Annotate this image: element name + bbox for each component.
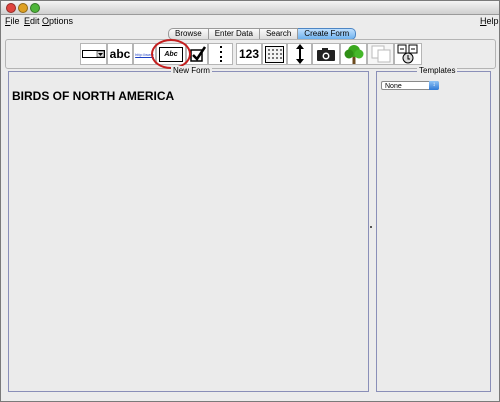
menu-edit[interactable]: Edit bbox=[24, 16, 40, 26]
menu-bar: File Edit Options Help bbox=[1, 15, 499, 27]
zoom-window-icon[interactable] bbox=[30, 3, 40, 13]
label-field-icon: Abc bbox=[159, 46, 183, 62]
checkbox-field-icon bbox=[190, 46, 206, 62]
url-field-icon: http://www bbox=[135, 51, 154, 57]
text-field-icon: abc bbox=[109, 47, 131, 61]
menu-file[interactable]: File bbox=[5, 16, 20, 26]
mode-tabs: Browse Enter Data Search Create Form bbox=[168, 28, 357, 40]
url-field-button[interactable]: http://www bbox=[133, 43, 156, 65]
separator-button[interactable] bbox=[208, 43, 233, 65]
form-heading[interactable]: BIRDS OF NORTH AMERICA bbox=[12, 89, 174, 103]
minimize-window-icon[interactable] bbox=[18, 3, 28, 13]
label-field-button[interactable]: Abc bbox=[156, 43, 186, 65]
templates-selected-value: None bbox=[385, 83, 402, 90]
templates-select[interactable]: None ↕ bbox=[381, 81, 439, 90]
duplicate-form-button[interactable] bbox=[367, 43, 394, 65]
duplicate-icon bbox=[371, 45, 390, 63]
date-field-button[interactable] bbox=[262, 43, 287, 65]
templates-panel-title: Templates bbox=[417, 66, 458, 76]
dropdown-field-icon bbox=[82, 50, 105, 58]
related-records-button[interactable] bbox=[340, 43, 367, 65]
tree-icon bbox=[344, 45, 363, 64]
camera-icon bbox=[317, 47, 335, 61]
updown-arrows-icon: ↕ bbox=[429, 81, 439, 90]
image-field-button[interactable] bbox=[312, 43, 340, 65]
new-form-panel-title: New Form bbox=[171, 66, 212, 76]
templates-panel: Templates None ↕ bbox=[376, 66, 491, 392]
number-field-button[interactable]: 123 bbox=[236, 43, 262, 65]
date-field-icon bbox=[265, 45, 284, 63]
spacer-icon bbox=[295, 44, 304, 64]
checkbox-field-button[interactable] bbox=[186, 43, 208, 65]
text-field-button[interactable]: abc bbox=[107, 43, 133, 65]
form-properties-icon bbox=[397, 44, 418, 64]
close-window-icon[interactable] bbox=[6, 3, 16, 13]
menu-help[interactable]: Help bbox=[480, 16, 499, 26]
splitter-handle[interactable] bbox=[370, 226, 372, 228]
new-form-panel[interactable]: New Form BIRDS OF NORTH AMERICA bbox=[8, 66, 369, 392]
spacer-button[interactable] bbox=[287, 43, 312, 65]
menu-options[interactable]: Options bbox=[42, 16, 73, 26]
dropdown-field-button[interactable] bbox=[80, 43, 107, 65]
separator-icon bbox=[219, 46, 222, 62]
number-field-icon: 123 bbox=[238, 47, 260, 61]
title-bar bbox=[1, 1, 499, 15]
form-properties-button[interactable] bbox=[394, 43, 422, 65]
